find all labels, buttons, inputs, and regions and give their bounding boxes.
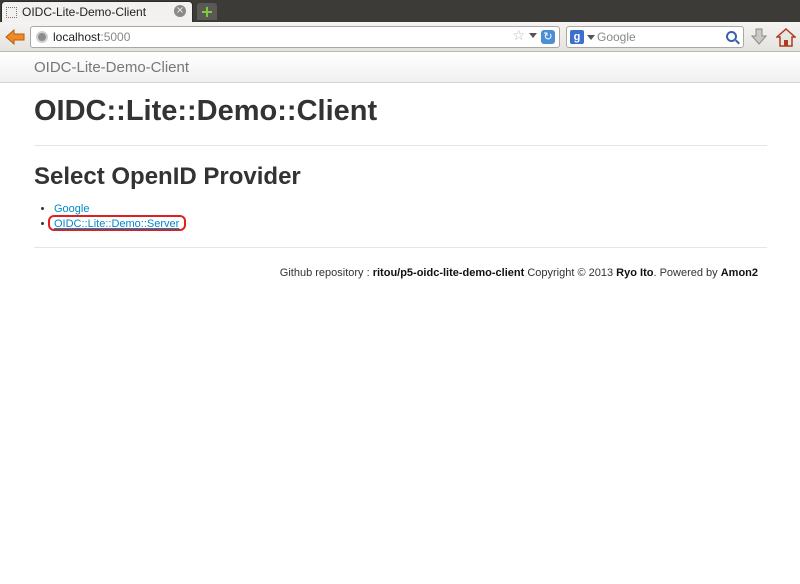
provider-link-google[interactable]: Google: [54, 203, 89, 215]
home-icon: [776, 27, 796, 47]
navigation-toolbar: localhost:5000 ☆ ↻ g Google: [0, 22, 800, 52]
site-navbar: OIDC-Lite-Demo-Client: [0, 53, 800, 83]
plus-icon: +: [200, 1, 214, 21]
reload-icon[interactable]: ↻: [541, 30, 555, 44]
browser-tab[interactable]: OIDC-Lite-Demo-Client ×: [1, 1, 193, 22]
tab-title: OIDC-Lite-Demo-Client: [22, 5, 147, 19]
search-bar[interactable]: g Google: [566, 26, 744, 48]
url-text[interactable]: localhost:5000: [53, 30, 130, 44]
framework-link[interactable]: Amon2: [721, 267, 758, 279]
repo-link[interactable]: ritou/p5-oidc-lite-demo-client: [373, 267, 525, 279]
highlight-annotation: [48, 215, 186, 231]
page-title: OIDC::Lite::Demo::Client: [34, 95, 378, 127]
address-bar[interactable]: localhost:5000 ☆ ↻: [30, 26, 560, 48]
section-title: Select OpenID Provider: [34, 163, 301, 190]
back-button[interactable]: [4, 26, 26, 48]
search-engine-icon[interactable]: g: [570, 30, 584, 44]
divider: [34, 247, 767, 248]
downloads-button[interactable]: [750, 27, 768, 47]
back-arrow-icon: [5, 29, 25, 45]
engine-dropdown-icon[interactable]: [587, 35, 595, 40]
globe-icon: [36, 31, 48, 43]
download-icon: [751, 28, 767, 45]
divider: [34, 145, 767, 146]
bookmark-star-icon[interactable]: ☆: [512, 28, 525, 44]
page-icon: [6, 6, 17, 18]
search-icon[interactable]: [726, 31, 737, 42]
tab-bar: OIDC-Lite-Demo-Client × +: [0, 0, 800, 22]
footer: Github repository : ritou/p5-oidc-lite-d…: [279, 267, 758, 279]
new-tab-button[interactable]: +: [197, 3, 217, 20]
history-dropdown-icon[interactable]: [529, 33, 537, 38]
author-link[interactable]: Ryo Ito: [616, 267, 653, 279]
close-icon[interactable]: ×: [174, 5, 186, 17]
home-button[interactable]: [775, 26, 797, 48]
brand-link[interactable]: OIDC-Lite-Demo-Client: [34, 59, 189, 76]
search-input[interactable]: Google: [597, 30, 636, 44]
